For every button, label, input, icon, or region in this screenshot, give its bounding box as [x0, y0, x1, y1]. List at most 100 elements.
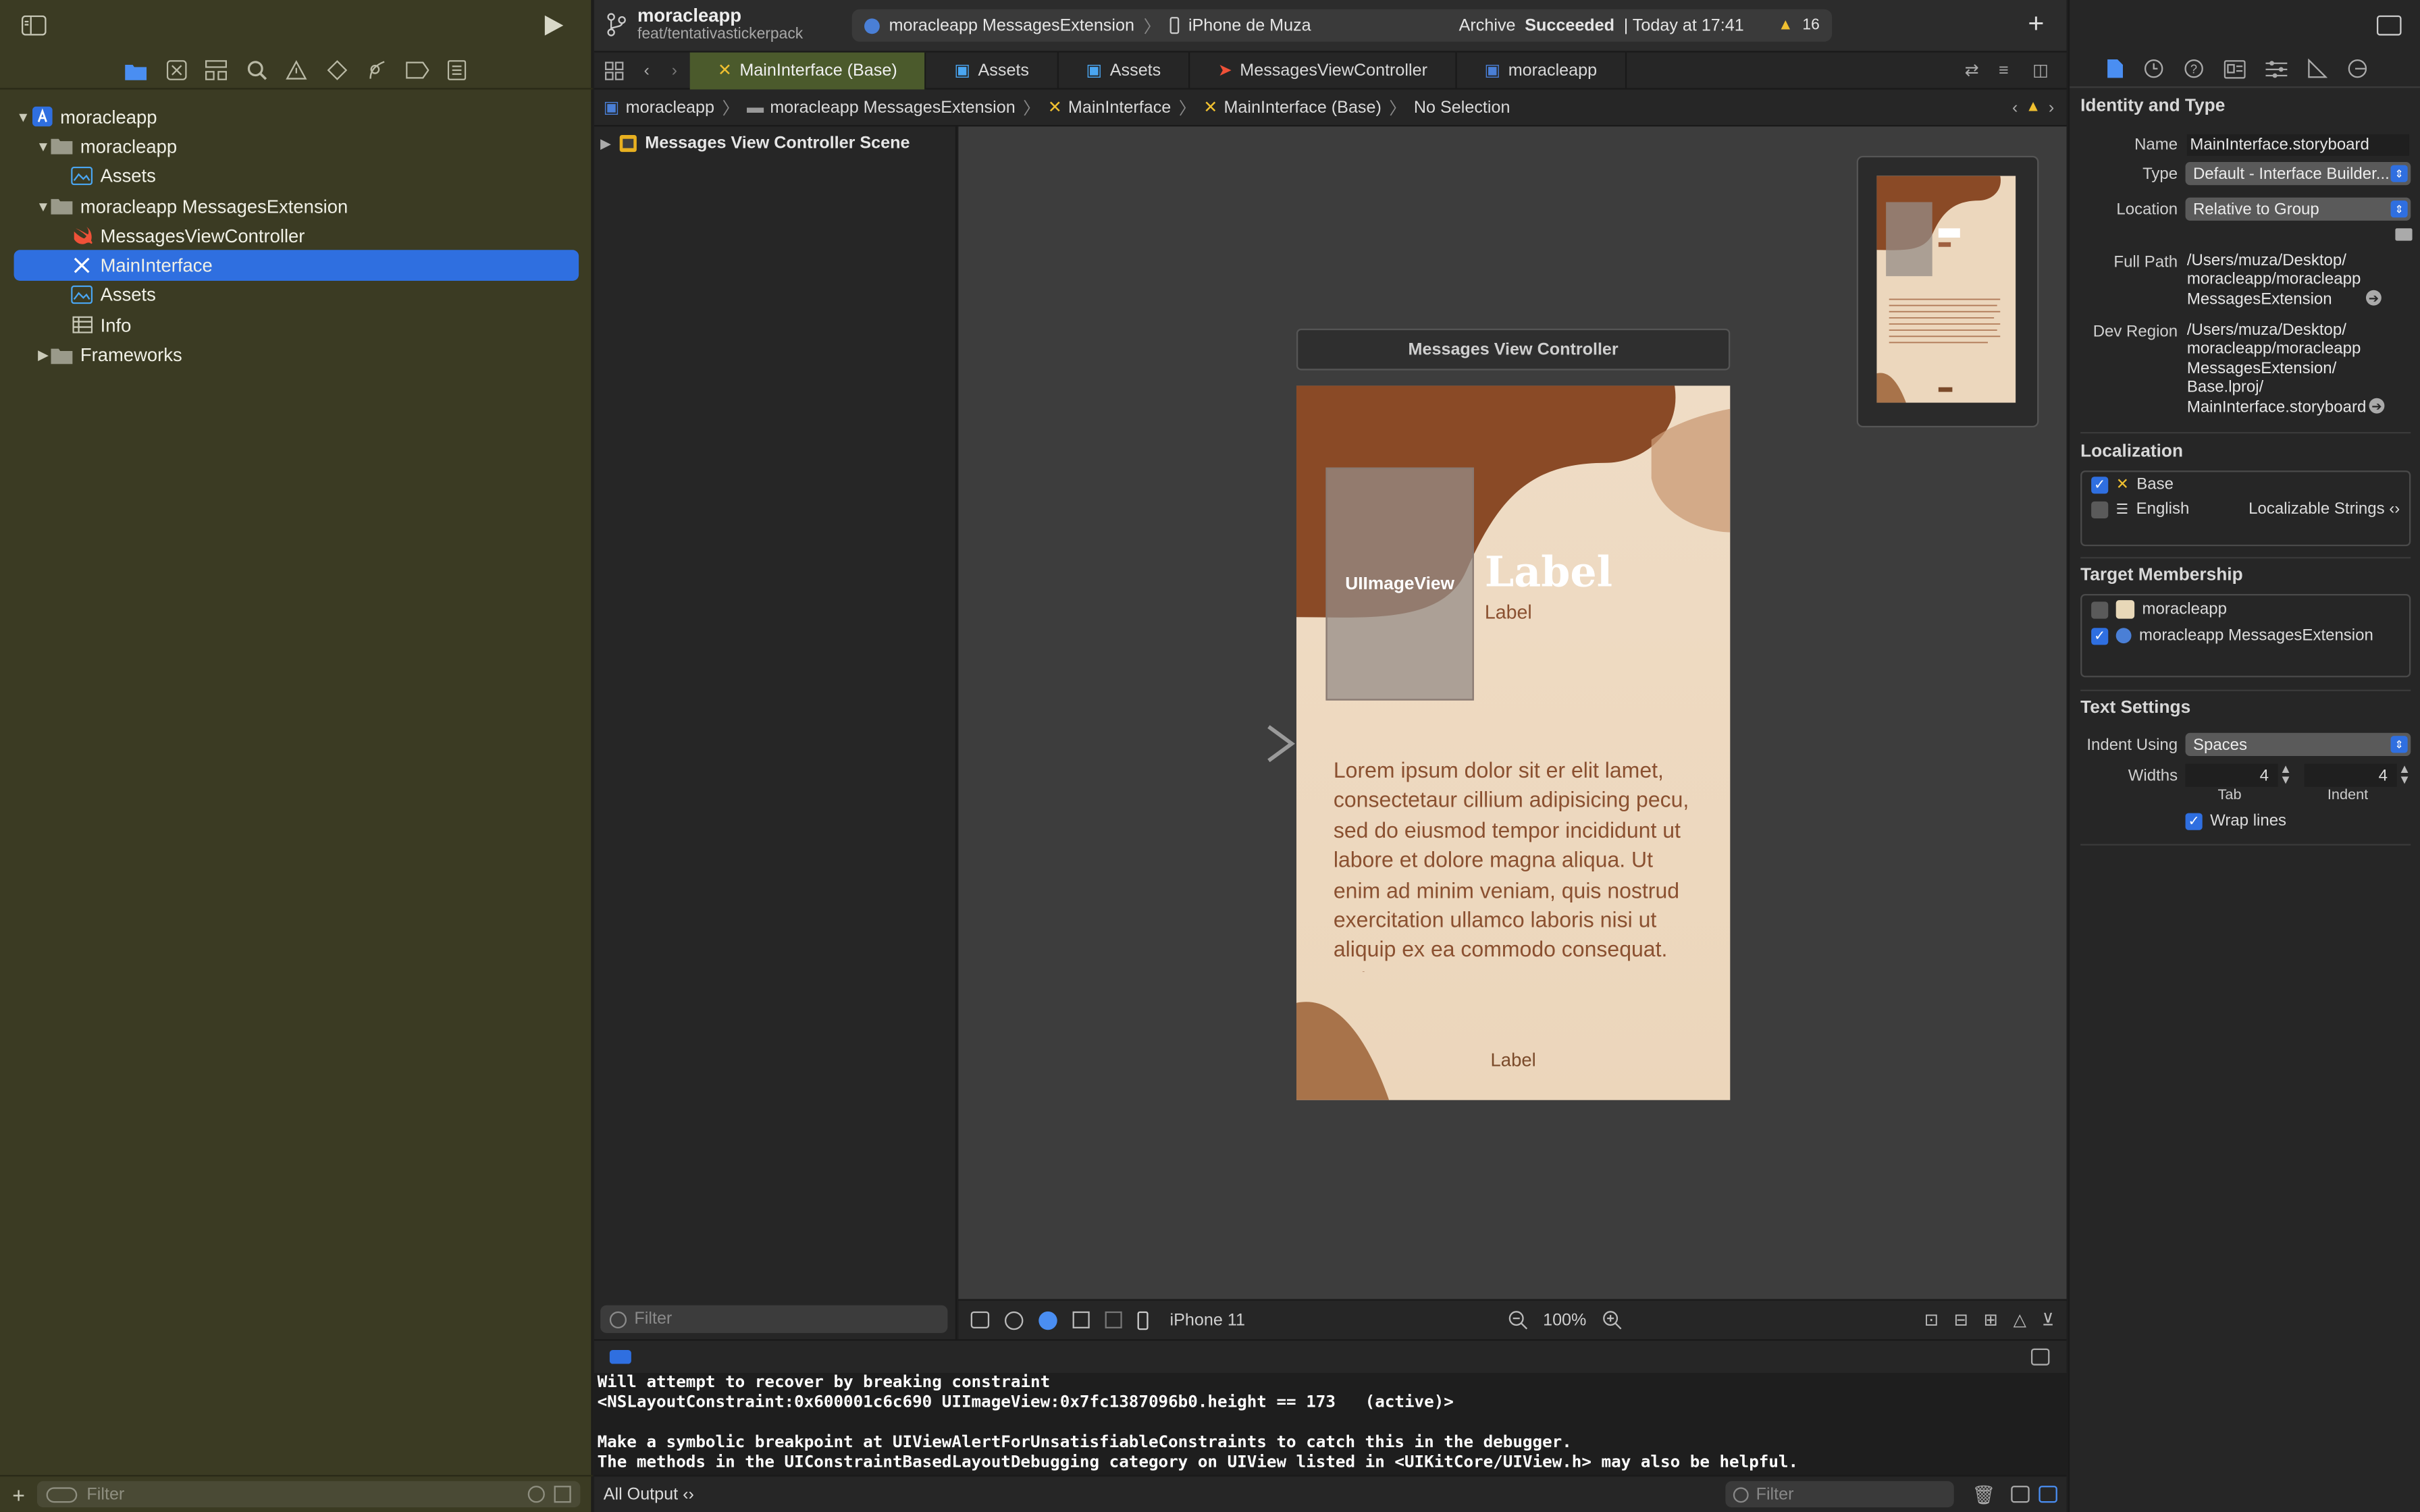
chevron-down-icon[interactable]: ▼ [16, 109, 31, 124]
target-row-app[interactable]: moracleapp [2091, 600, 2227, 619]
device-config[interactable]: iPhone 11 [1170, 1311, 1245, 1329]
orientation-icon[interactable] [1072, 1311, 1090, 1328]
canvas-minimap[interactable] [1856, 155, 2039, 428]
initial-view-controller-arrow[interactable] [1157, 725, 1296, 763]
hide-debug-area-icon[interactable] [2030, 1348, 2050, 1366]
related-items-icon[interactable] [594, 61, 634, 80]
device-split-icon[interactable] [1105, 1311, 1122, 1328]
split-editor-icon[interactable]: ◫ [2032, 60, 2066, 80]
tree-item-folder[interactable]: ▶ Frameworks [0, 340, 593, 370]
report-icon[interactable] [444, 58, 469, 83]
chevron-right-icon[interactable]: ▶ [36, 346, 51, 363]
symbol-icon[interactable] [204, 58, 229, 83]
previous-issue-icon[interactable]: ‹ [2012, 98, 2018, 116]
back-icon[interactable]: ‹ [634, 61, 659, 79]
folder-icon[interactable] [124, 58, 149, 83]
breadcrumb-selection[interactable]: No Selection [1414, 98, 1510, 116]
reveal-in-finder-icon[interactable]: ➔ [2365, 290, 2382, 306]
output-selector[interactable]: All Output ‹› [604, 1485, 694, 1503]
tab-assets[interactable]: ▣ Assets [1058, 51, 1190, 89]
tree-item-assets[interactable]: Assets [0, 280, 593, 310]
localization-row-english[interactable]: ☰ English Localizable Strings ‹› [2091, 500, 2400, 518]
zoom-level[interactable]: 100% [1543, 1311, 1586, 1329]
library-add-icon[interactable]: + [2028, 7, 2044, 40]
breadcrumb-project[interactable]: ▣ moracleapp [604, 97, 714, 117]
checkbox-checked[interactable]: ✓ [2185, 812, 2203, 830]
recent-files-icon[interactable] [527, 1486, 545, 1503]
size-inspector-icon[interactable] [2307, 58, 2327, 79]
swap-icon[interactable]: ⇄ [1965, 60, 1999, 80]
chevron-down-icon[interactable]: ▼ [36, 139, 51, 155]
search-icon[interactable] [244, 58, 269, 83]
tree-item-storyboard-selected[interactable]: MainInterface [14, 250, 579, 281]
stepper-icon[interactable]: ▲ ▼ [2280, 763, 2292, 786]
chevron-down-icon[interactable]: ▼ [36, 198, 51, 214]
body-text-view[interactable]: Lorem ipsum dolor sit er elit lamet, con… [1334, 756, 1701, 972]
console-filter-input[interactable]: Filter [1725, 1481, 1954, 1508]
tree-item-folder[interactable]: ▼ moracleapp [0, 132, 593, 161]
indent-using-popup[interactable]: Spaces ⇕ [2185, 732, 2411, 756]
add-icon[interactable]: + [12, 1482, 25, 1507]
tab-maininterface[interactable]: ✕ MainInterface (Base) [689, 51, 927, 89]
console-view-icon[interactable] [2038, 1486, 2057, 1503]
breadcrumb-folder[interactable]: ▬ moracleapp MessagesExtension [747, 98, 1016, 116]
editor-options-icon[interactable]: ≡ [1999, 61, 2032, 79]
location-popup[interactable]: Relative to Group ⇕ [2185, 197, 2411, 221]
accessibility-icon[interactable] [1004, 1310, 1024, 1330]
history-inspector-icon[interactable] [2144, 59, 2164, 79]
outline-scene-row[interactable]: ▶ Messages View Controller Scene [600, 134, 910, 153]
appearance-icon[interactable] [1038, 1310, 1057, 1330]
resolve-issues-icon[interactable]: △ [2014, 1310, 2026, 1330]
identity-inspector-icon[interactable] [2224, 59, 2246, 78]
forward-icon[interactable]: › [659, 61, 690, 79]
indent-width-field[interactable]: 4 [2304, 763, 2397, 787]
tree-item-assets[interactable]: Assets [0, 161, 593, 191]
outline-filter-input[interactable]: Filter [600, 1305, 948, 1333]
warning-icon[interactable]: ▲ [1778, 17, 1793, 34]
scm-filter-icon[interactable] [554, 1486, 571, 1503]
zoom-out-icon[interactable] [1508, 1310, 1528, 1330]
breakpoint-icon[interactable] [404, 58, 429, 83]
update-frames-icon[interactable]: ⊡ [1924, 1310, 1939, 1330]
embed-icon[interactable]: ⊻ [2042, 1310, 2054, 1330]
add-constraints-icon[interactable]: ⊞ [1984, 1310, 1998, 1330]
title-label[interactable]: Label [1485, 549, 1612, 597]
subtitle-label[interactable]: Label [1485, 601, 1532, 623]
device-selector[interactable]: iPhone de Muza [1188, 16, 1311, 34]
reveal-in-finder-icon[interactable]: ➔ [2369, 398, 2385, 414]
next-issue-icon[interactable]: › [2049, 98, 2054, 116]
run-icon[interactable] [544, 14, 565, 37]
tab-assets[interactable]: ▣ Assets [926, 51, 1059, 89]
help-inspector-icon[interactable]: ? [2184, 59, 2204, 79]
test-icon[interactable] [324, 58, 349, 83]
chevron-right-icon[interactable]: ▶ [600, 135, 611, 152]
tab-messagesviewcontroller[interactable]: ➤ MessagesViewController [1190, 51, 1457, 89]
tree-item-project[interactable]: ▼ moracleapp [0, 102, 593, 132]
checkbox-unchecked[interactable] [2091, 601, 2109, 618]
footer-label[interactable]: Label [1296, 1049, 1730, 1071]
scene-title-bar[interactable]: Messages View Controller [1296, 328, 1731, 371]
image-view[interactable]: UIImageView [1325, 467, 1474, 701]
checkbox-checked[interactable]: ✓ [2091, 476, 2109, 493]
navigator-filter-input[interactable]: Filter [37, 1481, 581, 1508]
breadcrumb-file[interactable]: ✕ MainInterface [1048, 97, 1172, 117]
type-popup[interactable]: Default - Interface Builder... ⇕ [2185, 161, 2411, 186]
checkbox-unchecked[interactable] [2091, 500, 2109, 518]
tab-width-field[interactable]: 4 [2185, 763, 2278, 787]
tab-moracleapp[interactable]: ▣ moracleapp [1456, 51, 1627, 89]
tree-item-folder[interactable]: ▼ moracleapp MessagesExtension [0, 191, 593, 221]
scheme-selector[interactable]: moracleapp MessagesExtension [889, 16, 1134, 34]
connections-inspector-icon[interactable] [2348, 59, 2368, 79]
inspector-toggle-icon[interactable] [2376, 15, 2402, 36]
variables-view-icon[interactable] [2011, 1486, 2030, 1503]
file-inspector-icon[interactable] [2107, 59, 2124, 79]
trash-icon[interactable]: 🗑 [1972, 1484, 1996, 1505]
warning-count[interactable]: 16 [1802, 17, 1819, 34]
iphone-icon[interactable] [1137, 1310, 1149, 1330]
warning-icon[interactable] [284, 58, 309, 83]
checkbox-checked[interactable]: ✓ [2091, 627, 2109, 645]
source-control-icon[interactable] [163, 58, 188, 83]
breadcrumb-localization[interactable]: ✕ MainInterface (Base) [1203, 97, 1382, 117]
outline-toggle-icon[interactable] [970, 1311, 990, 1328]
view-controller-scene[interactable]: UIImageView Label Label Lorem ipsum dolo… [1296, 385, 1731, 1100]
